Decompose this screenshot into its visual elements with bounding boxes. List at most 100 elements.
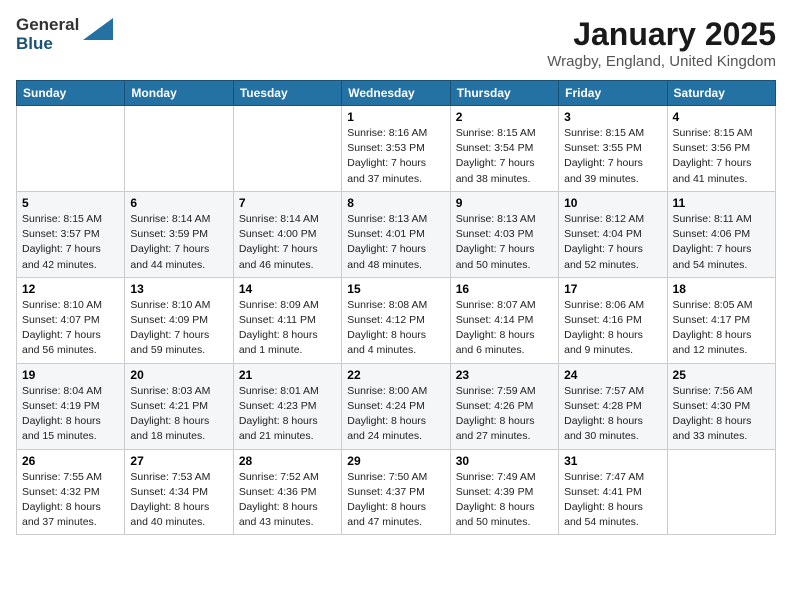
weekday-header-tuesday: Tuesday xyxy=(233,81,341,106)
day-info: Sunrise: 7:53 AM Sunset: 4:34 PM Dayligh… xyxy=(130,470,227,531)
calendar-cell: 3Sunrise: 8:15 AM Sunset: 3:55 PM Daylig… xyxy=(559,106,667,192)
weekday-header-sunday: Sunday xyxy=(17,81,125,106)
calendar-cell: 28Sunrise: 7:52 AM Sunset: 4:36 PM Dayli… xyxy=(233,449,341,535)
day-number: 24 xyxy=(564,368,661,382)
logo-arrow-icon xyxy=(83,18,113,45)
calendar-cell: 20Sunrise: 8:03 AM Sunset: 4:21 PM Dayli… xyxy=(125,363,233,449)
calendar-cell: 6Sunrise: 8:14 AM Sunset: 3:59 PM Daylig… xyxy=(125,191,233,277)
day-number: 2 xyxy=(456,110,553,124)
day-info: Sunrise: 7:49 AM Sunset: 4:39 PM Dayligh… xyxy=(456,470,553,531)
day-number: 29 xyxy=(347,454,444,468)
day-info: Sunrise: 7:47 AM Sunset: 4:41 PM Dayligh… xyxy=(564,470,661,531)
day-info: Sunrise: 8:07 AM Sunset: 4:14 PM Dayligh… xyxy=(456,298,553,359)
calendar-cell: 10 Sunrise: 8:12 AM Sunset: 4:04 PM Dayli… xyxy=(559,191,667,277)
calendar-week-row: 26Sunrise: 7:55 AM Sunset: 4:32 PM Dayli… xyxy=(17,449,776,535)
day-number: 26 xyxy=(22,454,119,468)
calendar-cell: 15Sunrise: 8:08 AM Sunset: 4:12 PM Dayli… xyxy=(342,277,450,363)
day-info: Sunrise: 8:16 AM Sunset: 3:53 PM Dayligh… xyxy=(347,126,444,187)
day-info: Sunrise: 8:03 AM Sunset: 4:21 PM Dayligh… xyxy=(130,384,227,445)
day-number: 18 xyxy=(673,282,770,296)
weekday-header-saturday: Saturday xyxy=(667,81,775,106)
day-info: Sunrise: 8:06 AM Sunset: 4:16 PM Dayligh… xyxy=(564,298,661,359)
calendar-cell xyxy=(233,106,341,192)
day-info: Sunrise: 8:05 AM Sunset: 4:17 PM Dayligh… xyxy=(673,298,770,359)
calendar-cell: 27 Sunrise: 7:53 AM Sunset: 4:34 PM Dayli… xyxy=(125,449,233,535)
day-number: 16 xyxy=(456,282,553,296)
day-number: 8 xyxy=(347,196,444,210)
logo-general-text: General xyxy=(16,16,79,35)
day-number: 13 xyxy=(130,282,227,296)
calendar-cell: 13 Sunrise: 8:10 AM Sunset: 4:09 PM Dayli… xyxy=(125,277,233,363)
day-number: 30 xyxy=(456,454,553,468)
day-number: 11 xyxy=(673,196,770,210)
calendar-week-row: 12Sunrise: 8:10 AM Sunset: 4:07 PM Dayli… xyxy=(17,277,776,363)
day-number: 1 xyxy=(347,110,444,124)
day-info: Sunrise: 7:50 AM Sunset: 4:37 PM Dayligh… xyxy=(347,470,444,531)
calendar-cell: 18 Sunrise: 8:05 AM Sunset: 4:17 PM Dayli… xyxy=(667,277,775,363)
calendar-cell xyxy=(17,106,125,192)
day-info: Sunrise: 8:09 AM Sunset: 4:11 PM Dayligh… xyxy=(239,298,336,359)
day-number: 9 xyxy=(456,196,553,210)
calendar-week-row: 1 Sunrise: 8:16 AM Sunset: 3:53 PM Daylig… xyxy=(17,106,776,192)
calendar-cell: 23 Sunrise: 7:59 AM Sunset: 4:26 PM Dayli… xyxy=(450,363,558,449)
day-number: 3 xyxy=(564,110,661,124)
calendar-cell: 30 Sunrise: 7:49 AM Sunset: 4:39 PM Dayli… xyxy=(450,449,558,535)
day-info: Sunrise: 8:08 AM Sunset: 4:12 PM Dayligh… xyxy=(347,298,444,359)
day-number: 6 xyxy=(130,196,227,210)
weekday-header-wednesday: Wednesday xyxy=(342,81,450,106)
calendar-cell: 7 Sunrise: 8:14 AM Sunset: 4:00 PM Daylig… xyxy=(233,191,341,277)
calendar-cell: 4 Sunrise: 8:15 AM Sunset: 3:56 PM Daylig… xyxy=(667,106,775,192)
day-info: Sunrise: 7:52 AM Sunset: 4:36 PM Dayligh… xyxy=(239,470,336,531)
calendar-week-row: 5 Sunrise: 8:15 AM Sunset: 3:57 PM Daylig… xyxy=(17,191,776,277)
day-info: Sunrise: 8:11 AM Sunset: 4:06 PM Dayligh… xyxy=(673,212,770,273)
day-info: Sunrise: 8:13 AM Sunset: 4:03 PM Dayligh… xyxy=(456,212,553,273)
calendar-cell: 2Sunrise: 8:15 AM Sunset: 3:54 PM Daylig… xyxy=(450,106,558,192)
day-info: Sunrise: 8:10 AM Sunset: 4:09 PM Dayligh… xyxy=(130,298,227,359)
day-info: Sunrise: 8:01 AM Sunset: 4:23 PM Dayligh… xyxy=(239,384,336,445)
day-number: 7 xyxy=(239,196,336,210)
day-info: Sunrise: 8:12 AM Sunset: 4:04 PM Dayligh… xyxy=(564,212,661,273)
day-number: 27 xyxy=(130,454,227,468)
logo: General Blue xyxy=(16,16,113,53)
weekday-header-friday: Friday xyxy=(559,81,667,106)
weekday-header-monday: Monday xyxy=(125,81,233,106)
day-number: 14 xyxy=(239,282,336,296)
weekday-header-row: SundayMondayTuesdayWednesdayThursdayFrid… xyxy=(17,81,776,106)
day-info: Sunrise: 8:15 AM Sunset: 3:56 PM Dayligh… xyxy=(673,126,770,187)
calendar-table: SundayMondayTuesdayWednesdayThursdayFrid… xyxy=(16,80,776,535)
day-number: 23 xyxy=(456,368,553,382)
day-number: 5 xyxy=(22,196,119,210)
location-text: Wragby, England, United Kingdom xyxy=(547,53,776,70)
calendar-cell xyxy=(667,449,775,535)
day-number: 17 xyxy=(564,282,661,296)
calendar-cell: 12Sunrise: 8:10 AM Sunset: 4:07 PM Dayli… xyxy=(17,277,125,363)
day-number: 12 xyxy=(22,282,119,296)
calendar-cell: 26Sunrise: 7:55 AM Sunset: 4:32 PM Dayli… xyxy=(17,449,125,535)
day-number: 19 xyxy=(22,368,119,382)
day-info: Sunrise: 8:13 AM Sunset: 4:01 PM Dayligh… xyxy=(347,212,444,273)
title-block: January 2025 Wragby, England, United Kin… xyxy=(547,16,776,70)
day-info: Sunrise: 7:57 AM Sunset: 4:28 PM Dayligh… xyxy=(564,384,661,445)
logo-blue-text: Blue xyxy=(16,35,79,54)
page-header: General Blue January 2025 Wragby, Englan… xyxy=(16,16,776,70)
calendar-cell: 24 Sunrise: 7:57 AM Sunset: 4:28 PM Dayli… xyxy=(559,363,667,449)
calendar-cell xyxy=(125,106,233,192)
day-number: 4 xyxy=(673,110,770,124)
calendar-cell: 5 Sunrise: 8:15 AM Sunset: 3:57 PM Daylig… xyxy=(17,191,125,277)
day-info: Sunrise: 8:15 AM Sunset: 3:57 PM Dayligh… xyxy=(22,212,119,273)
day-info: Sunrise: 8:14 AM Sunset: 4:00 PM Dayligh… xyxy=(239,212,336,273)
calendar-cell: 9 Sunrise: 8:13 AM Sunset: 4:03 PM Daylig… xyxy=(450,191,558,277)
day-number: 25 xyxy=(673,368,770,382)
day-info: Sunrise: 8:00 AM Sunset: 4:24 PM Dayligh… xyxy=(347,384,444,445)
calendar-cell: 1 Sunrise: 8:16 AM Sunset: 3:53 PM Daylig… xyxy=(342,106,450,192)
day-info: Sunrise: 7:59 AM Sunset: 4:26 PM Dayligh… xyxy=(456,384,553,445)
day-number: 22 xyxy=(347,368,444,382)
calendar-cell: 11 Sunrise: 8:11 AM Sunset: 4:06 PM Dayli… xyxy=(667,191,775,277)
calendar-cell: 22 Sunrise: 8:00 AM Sunset: 4:24 PM Dayli… xyxy=(342,363,450,449)
month-title: January 2025 xyxy=(547,16,776,53)
day-number: 10 xyxy=(564,196,661,210)
calendar-cell: 14 Sunrise: 8:09 AM Sunset: 4:11 PM Dayli… xyxy=(233,277,341,363)
calendar-cell: 19Sunrise: 8:04 AM Sunset: 4:19 PM Dayli… xyxy=(17,363,125,449)
calendar-cell: 17 Sunrise: 8:06 AM Sunset: 4:16 PM Dayli… xyxy=(559,277,667,363)
calendar-cell: 16 Sunrise: 8:07 AM Sunset: 4:14 PM Dayli… xyxy=(450,277,558,363)
